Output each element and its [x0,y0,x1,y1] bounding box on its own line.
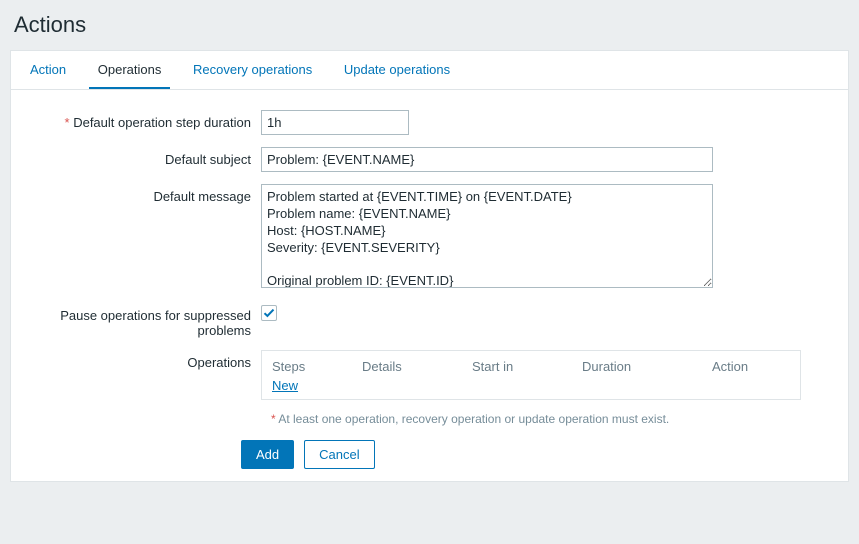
tab-operations[interactable]: Operations [89,51,171,89]
col-start-in: Start in [472,359,582,374]
label-step-duration: Default operation step duration [21,110,261,130]
tab-recovery-operations[interactable]: Recovery operations [184,51,321,89]
label-default-message: Default message [21,184,261,204]
required-hint: * At least one operation, recovery opera… [261,412,838,426]
form-body: Default operation step duration Default … [11,90,848,481]
operations-table: Steps Details Start in Duration Action N… [261,350,801,400]
col-action: Action [712,359,790,374]
hint-star: * [271,412,276,426]
new-operation-link[interactable]: New [272,378,298,393]
tab-action[interactable]: Action [21,51,75,89]
input-step-duration[interactable] [261,110,409,135]
hint-text: At least one operation, recovery operati… [278,412,669,426]
col-details: Details [362,359,472,374]
input-default-subject[interactable] [261,147,713,172]
tabs: Action Operations Recovery operations Up… [11,51,848,90]
cancel-button[interactable]: Cancel [304,440,374,469]
add-button[interactable]: Add [241,440,294,469]
check-icon [263,307,275,319]
form-panel: Action Operations Recovery operations Up… [10,50,849,482]
label-operations: Operations [21,350,261,370]
tab-update-operations[interactable]: Update operations [335,51,459,89]
col-steps: Steps [272,359,362,374]
button-row: Add Cancel [241,440,838,469]
checkbox-pause-operations[interactable] [261,305,277,321]
label-default-subject: Default subject [21,147,261,167]
operations-table-header: Steps Details Start in Duration Action [272,359,790,374]
page-title: Actions [10,10,849,50]
col-duration: Duration [582,359,712,374]
textarea-default-message[interactable]: Problem started at {EVENT.TIME} on {EVEN… [261,184,713,288]
label-pause-operations: Pause operations for suppressed problems [21,303,261,338]
